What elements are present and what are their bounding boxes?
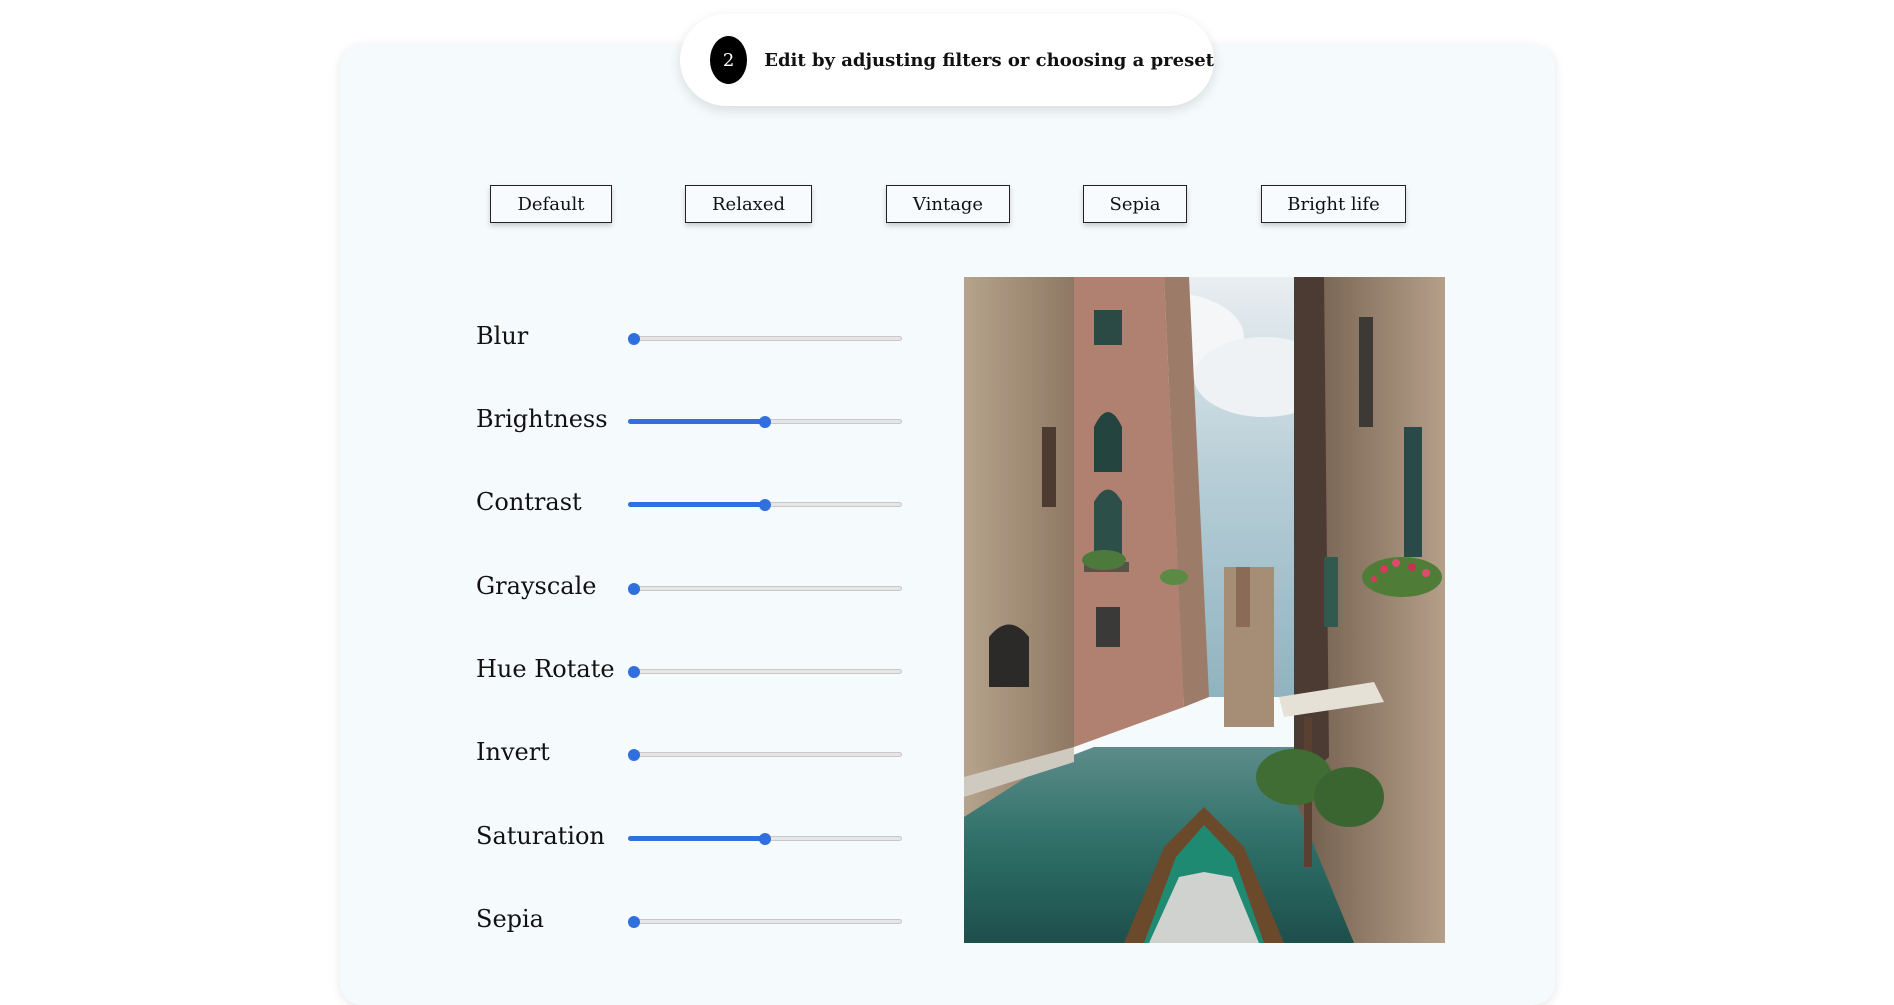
slider-thumb[interactable] bbox=[759, 416, 771, 428]
slider-thumb[interactable] bbox=[628, 916, 640, 928]
brightness-slider[interactable] bbox=[628, 415, 902, 429]
slider-track bbox=[628, 669, 902, 674]
filter-label-invert: Invert bbox=[476, 738, 550, 766]
photo-preview bbox=[964, 277, 1445, 943]
slider-thumb[interactable] bbox=[759, 499, 771, 511]
slider-track bbox=[628, 919, 902, 924]
preset-vintage-button[interactable]: Vintage bbox=[886, 185, 1010, 223]
step-header: 2 Edit by adjusting filters or choosing … bbox=[680, 14, 1214, 106]
slider-thumb[interactable] bbox=[628, 749, 640, 761]
slider-track bbox=[628, 336, 902, 341]
slider-thumb[interactable] bbox=[759, 833, 771, 845]
step-number-badge: 2 bbox=[710, 36, 748, 84]
filter-label-hue-rotate: Hue Rotate bbox=[476, 655, 615, 683]
filter-label-brightness: Brightness bbox=[476, 405, 608, 433]
saturation-slider[interactable] bbox=[628, 832, 902, 846]
grayscale-slider[interactable] bbox=[628, 582, 902, 596]
slider-fill bbox=[628, 502, 765, 507]
slider-thumb[interactable] bbox=[628, 666, 640, 678]
preset-relaxed-button[interactable]: Relaxed bbox=[685, 185, 812, 223]
filter-label-saturation: Saturation bbox=[476, 822, 605, 850]
slider-track bbox=[628, 586, 902, 591]
filter-label-sepia: Sepia bbox=[476, 905, 544, 933]
slider-fill bbox=[628, 419, 765, 424]
slider-thumb[interactable] bbox=[628, 583, 640, 595]
preset-default-button[interactable]: Default bbox=[490, 185, 612, 223]
slider-track bbox=[628, 752, 902, 757]
hue-rotate-slider[interactable] bbox=[628, 665, 902, 679]
slider-thumb[interactable] bbox=[628, 333, 640, 345]
preset-bright-life-button[interactable]: Bright life bbox=[1261, 185, 1406, 223]
sepia-slider[interactable] bbox=[628, 915, 902, 929]
blur-slider[interactable] bbox=[628, 332, 902, 346]
contrast-slider[interactable] bbox=[628, 498, 902, 512]
invert-slider[interactable] bbox=[628, 748, 902, 762]
filter-label-grayscale: Grayscale bbox=[476, 572, 597, 600]
slider-fill bbox=[628, 836, 765, 841]
step-instruction: Edit by adjusting filters or choosing a … bbox=[764, 49, 1214, 71]
filter-label-blur: Blur bbox=[476, 322, 529, 350]
filter-label-contrast: Contrast bbox=[476, 488, 582, 516]
preset-sepia-button[interactable]: Sepia bbox=[1083, 185, 1187, 223]
